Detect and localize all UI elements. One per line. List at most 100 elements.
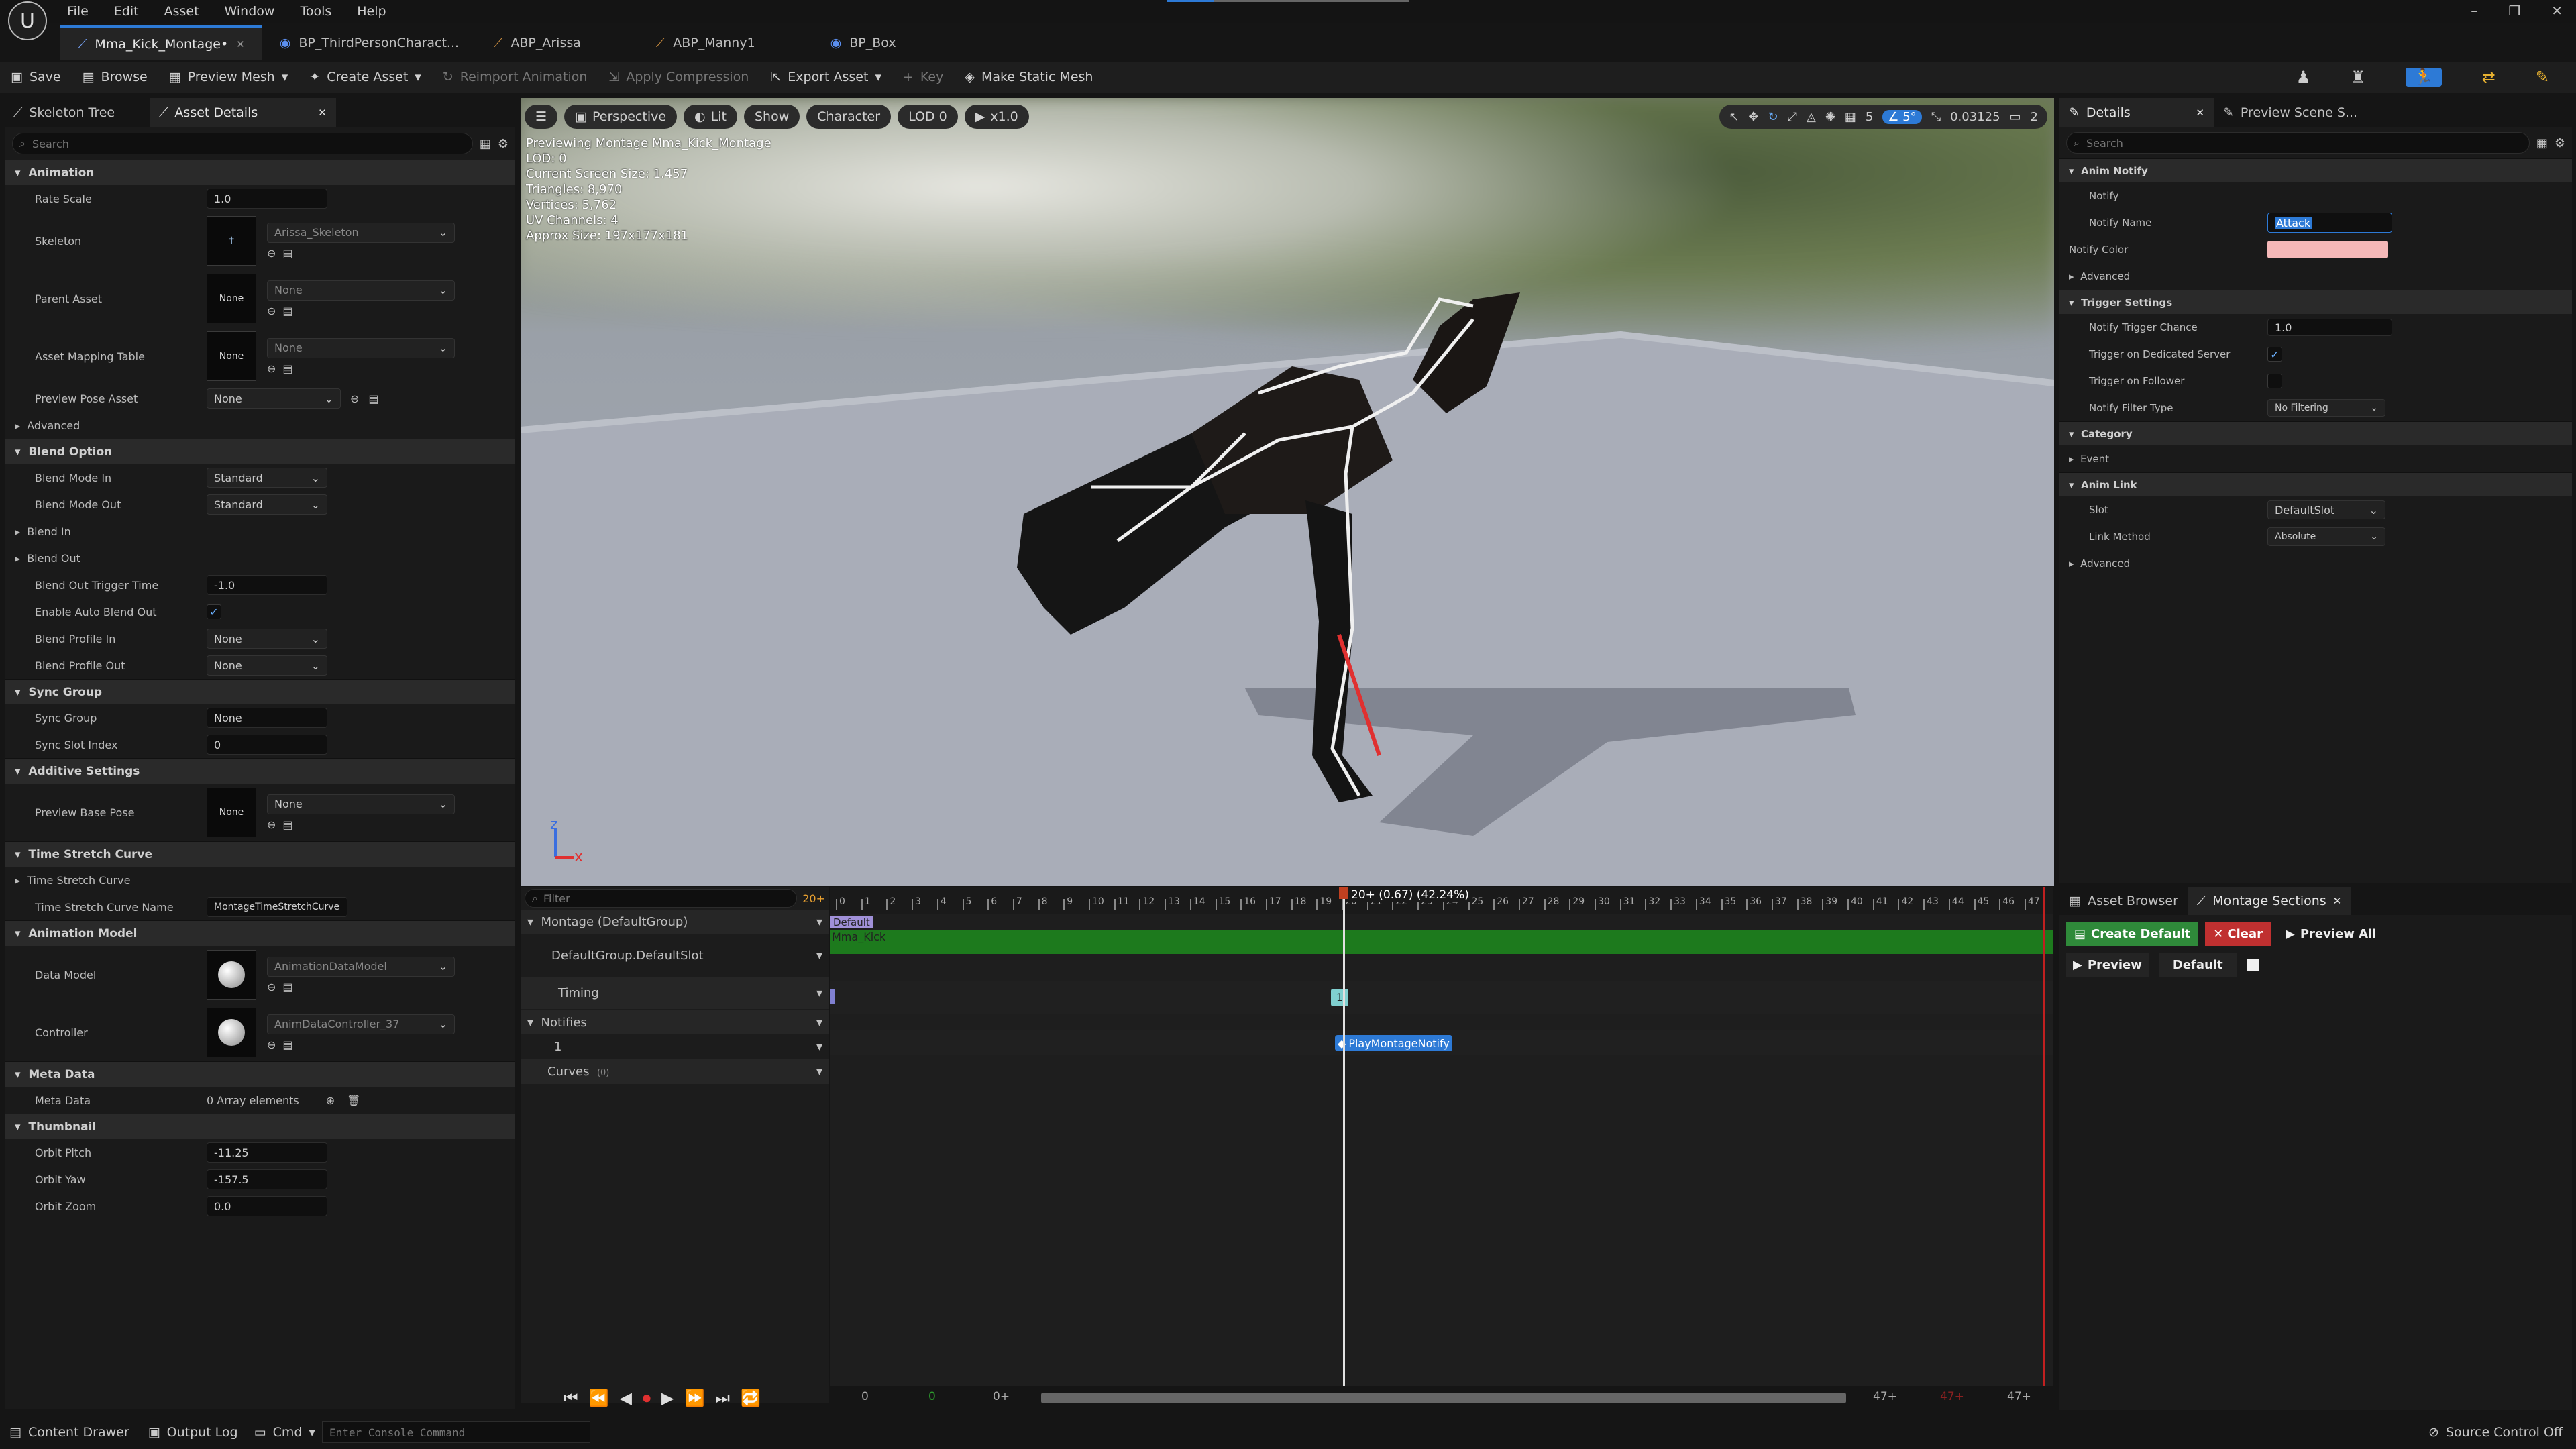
menu-asset[interactable]: Asset	[164, 4, 199, 19]
controller-thumbnail[interactable]	[207, 1008, 256, 1057]
range-end[interactable]: 47+	[2007, 1390, 2031, 1403]
tab-preview-scene-settings[interactable]: ✎ Preview Scene S...	[2214, 105, 2367, 120]
angle-snap-button[interactable]: ∠ 5°	[1882, 109, 1922, 124]
controller-combo[interactable]: AnimDataController_37 ⌄	[267, 1014, 455, 1034]
blend-mode-out-combo[interactable]: Standard ⌄	[207, 494, 327, 515]
doc-tab-bp-thirdperson[interactable]: ◉ BP_ThirdPersonCharact...	[262, 25, 476, 60]
close-tab-icon[interactable]: ✕	[318, 107, 327, 119]
skip-to-start-icon[interactable]: ⏮	[564, 1389, 578, 1407]
playback-speed-button[interactable]: ▶ x1.0	[964, 105, 1029, 129]
subcat-blend-in[interactable]: ▸ Blend In	[5, 518, 515, 545]
category-meta-data[interactable]: ▾ Meta Data	[5, 1061, 515, 1087]
tab-asset-browser[interactable]: ▦ Asset Browser	[2059, 894, 2188, 908]
close-tab-icon[interactable]: ✕	[2196, 107, 2204, 119]
notify-name-field[interactable]: Attack	[2267, 213, 2392, 233]
create-asset-button[interactable]: ✦ Create Asset ▾	[299, 62, 432, 93]
skeleton-combo[interactable]: Arissa_Skeleton ⌄	[267, 222, 455, 243]
tab-skeleton-tree[interactable]: ⟋ Skeleton Tree	[5, 105, 123, 120]
physics-mode-icon[interactable]: ✎	[2536, 68, 2549, 87]
data-model-thumbnail[interactable]	[207, 950, 256, 1000]
use-selected-icon[interactable]: ⊖	[267, 247, 276, 260]
track-timing[interactable]: Timing ▾	[521, 977, 829, 1009]
subcat-advanced[interactable]: ▸ Advanced	[5, 412, 515, 439]
doc-tab-bp-box[interactable]: ◉ BP_Box	[813, 25, 914, 60]
use-selected-icon[interactable]: ⊖	[267, 818, 276, 831]
preview-pose-combo[interactable]: None ⌄	[207, 388, 341, 409]
chevron-down-icon[interactable]: ▾	[816, 986, 822, 1000]
track-curves[interactable]: Curves (0) ▾	[521, 1059, 829, 1084]
filter-type-combo[interactable]: No Filtering ⌄	[2267, 399, 2385, 417]
chevron-down-icon[interactable]: ▾	[816, 1065, 822, 1079]
browse-asset-icon[interactable]: ▤	[282, 981, 292, 994]
rate-scale-field[interactable]: 1.0	[207, 189, 327, 209]
rotate-icon[interactable]: ↻	[1768, 110, 1778, 124]
range-view-start[interactable]: 0+	[993, 1390, 1010, 1403]
category-blend-option[interactable]: ▾ Blend Option	[5, 439, 515, 464]
viewport-options-button[interactable]: ☰	[525, 105, 558, 129]
chevron-down-icon[interactable]: ▾	[816, 915, 822, 929]
browse-asset-icon[interactable]: ▤	[282, 1038, 292, 1051]
menu-file[interactable]: File	[67, 4, 89, 19]
character-button[interactable]: Character	[806, 105, 892, 129]
world-local-icon[interactable]: ✺	[1825, 110, 1835, 124]
parent-asset-combo[interactable]: None ⌄	[267, 280, 455, 301]
grid-snap-icon[interactable]: ▦	[1845, 110, 1856, 124]
blueprint-mode-icon[interactable]: ⇄	[2482, 68, 2496, 87]
reimport-animation-button[interactable]: ↻ Reimport Animation	[432, 62, 598, 93]
category-sync-group[interactable]: ▾ Sync Group	[5, 679, 515, 704]
table-view-icon[interactable]: ▦	[480, 137, 491, 151]
output-log-button[interactable]: ▣ Output Log	[139, 1425, 248, 1440]
subcat-advanced-2[interactable]: ▸ Advanced	[2059, 550, 2572, 577]
skeleton-mode-icon[interactable]: ♟	[2296, 68, 2311, 87]
range-working-end[interactable]: 47+	[1940, 1390, 1964, 1403]
browse-button[interactable]: ▤ Browse	[72, 62, 158, 93]
category-additive-settings[interactable]: ▾ Additive Settings	[5, 758, 515, 784]
scrub-bar[interactable]	[1041, 1393, 1846, 1403]
trigger-chance-field[interactable]: 1.0	[2267, 319, 2392, 336]
subcat-advanced[interactable]: ▸ Advanced	[2059, 263, 2572, 290]
create-default-button[interactable]: ▤ Create Default	[2066, 922, 2199, 946]
asset-details-search[interactable]: ⌕ Search	[12, 133, 473, 154]
minimize-icon[interactable]: –	[2471, 3, 2477, 19]
sync-slot-field[interactable]: 0	[207, 735, 327, 755]
chevron-down-icon[interactable]: ▾	[816, 949, 822, 963]
subcat-event[interactable]: ▸ Event	[2059, 445, 2572, 472]
subcat-time-stretch-curve[interactable]: ▸ Time Stretch Curve	[5, 867, 515, 894]
subcat-blend-out[interactable]: ▸ Blend Out	[5, 545, 515, 572]
content-drawer-button[interactable]: ▤ Content Drawer	[0, 1425, 139, 1440]
notify-event[interactable]: ◆ PlayMontageNotify	[1335, 1035, 1452, 1051]
category-thumbnail[interactable]: ▾ Thumbnail	[5, 1114, 515, 1139]
enable-auto-blend-out-checkbox[interactable]: ✓	[207, 604, 221, 619]
use-selected-icon[interactable]: ⊖	[267, 1038, 276, 1051]
browse-asset-icon[interactable]: ▤	[282, 818, 292, 831]
animation-mode-icon[interactable]: 🏃	[2405, 68, 2442, 87]
key-button[interactable]: + Key	[892, 62, 954, 93]
close-tab-icon[interactable]: ✕	[2333, 895, 2342, 907]
category-animation-model[interactable]: ▾ Animation Model	[5, 920, 515, 946]
track-filter-input[interactable]: ⌕ Filter	[525, 889, 798, 908]
cmd-button[interactable]: ▭ Cmd ▾	[248, 1425, 322, 1440]
menu-window[interactable]: Window	[225, 4, 275, 19]
lod-button[interactable]: LOD 0	[898, 105, 958, 129]
orbit-yaw-field[interactable]: -157.5	[207, 1169, 327, 1189]
surface-snap-icon[interactable]: ◬	[1807, 110, 1816, 124]
make-static-mesh-button[interactable]: ◈ Make Static Mesh	[954, 62, 1104, 93]
menu-tools[interactable]: Tools	[300, 4, 331, 19]
range-working-start[interactable]: 0	[928, 1390, 936, 1403]
playhead-line[interactable]	[1343, 887, 1345, 1386]
asset-mapping-combo[interactable]: None ⌄	[267, 337, 455, 358]
skeleton-thumbnail[interactable]: ✝	[207, 216, 256, 266]
range-start[interactable]: 0	[861, 1390, 869, 1403]
menu-edit[interactable]: Edit	[114, 4, 139, 19]
doc-tab-abp-manny[interactable]: ⟋ ABP_Manny1	[639, 25, 773, 60]
parent-asset-thumbnail[interactable]: None	[207, 274, 256, 323]
timing-marker[interactable]: 1	[1331, 989, 1348, 1006]
link-method-combo[interactable]: Absolute ⌄	[2267, 527, 2385, 546]
notify-color-swatch[interactable]	[2267, 241, 2388, 258]
orbit-pitch-field[interactable]: -11.25	[207, 1142, 327, 1163]
time-ruler[interactable]: 0 1 2 3 4 5 6 7 8 9 10 11 12 13 14 15 16 17 18 19 20 21 22 23 24…	[830, 887, 2053, 914]
chevron-down-icon[interactable]: ▾	[816, 1016, 822, 1030]
settings-gear-icon[interactable]: ⚙	[498, 137, 508, 151]
category-trigger-settings[interactable]: ▾ Trigger Settings	[2059, 290, 2572, 314]
browse-asset-icon[interactable]: ▤	[368, 392, 378, 405]
